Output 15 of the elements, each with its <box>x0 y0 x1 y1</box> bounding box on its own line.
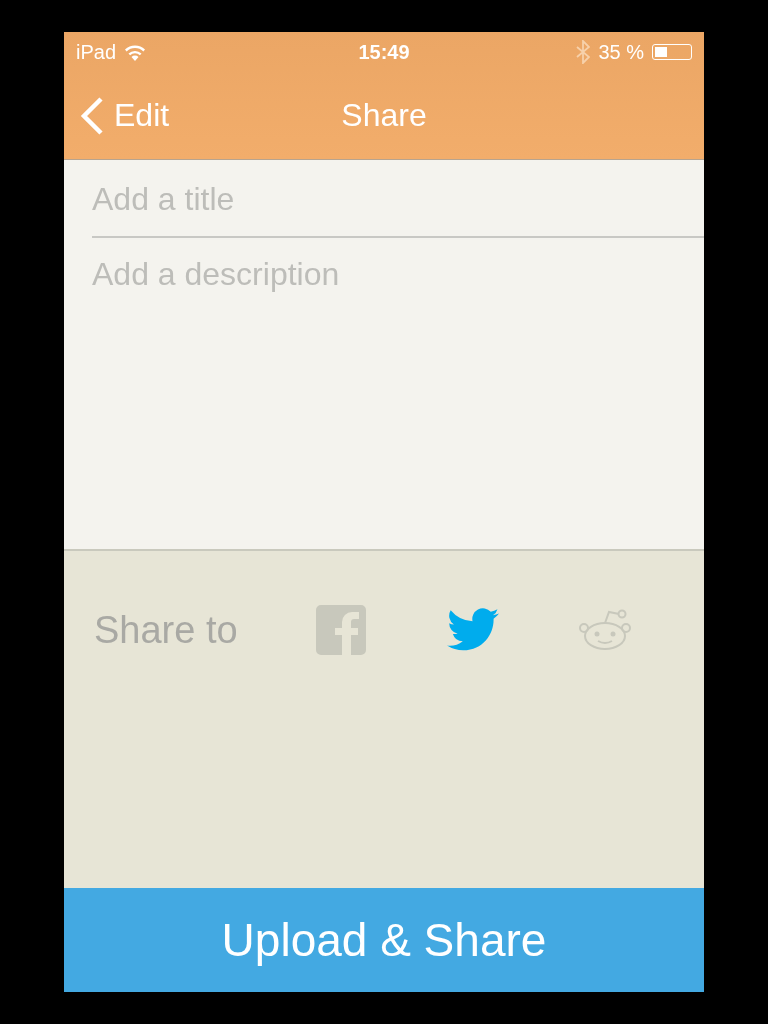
wifi-icon <box>124 43 147 61</box>
battery-icon <box>652 44 692 60</box>
bird-icon <box>447 608 499 652</box>
battery-percent: 35 % <box>598 40 644 64</box>
share-to-label: Share to <box>94 609 239 652</box>
bluetooth-icon <box>576 40 591 64</box>
status-time: 15:49 <box>358 40 410 64</box>
nav-title: Share <box>341 97 427 134</box>
back-button[interactable]: Edit <box>80 95 170 136</box>
alien-head-icon <box>578 608 632 652</box>
chevron-left-icon <box>80 95 104 136</box>
share-service-button[interactable] <box>314 603 368 657</box>
upload-share-button[interactable]: Upload & Share <box>64 888 704 992</box>
facebook-icon <box>316 605 366 655</box>
device-name: iPad <box>76 40 117 64</box>
